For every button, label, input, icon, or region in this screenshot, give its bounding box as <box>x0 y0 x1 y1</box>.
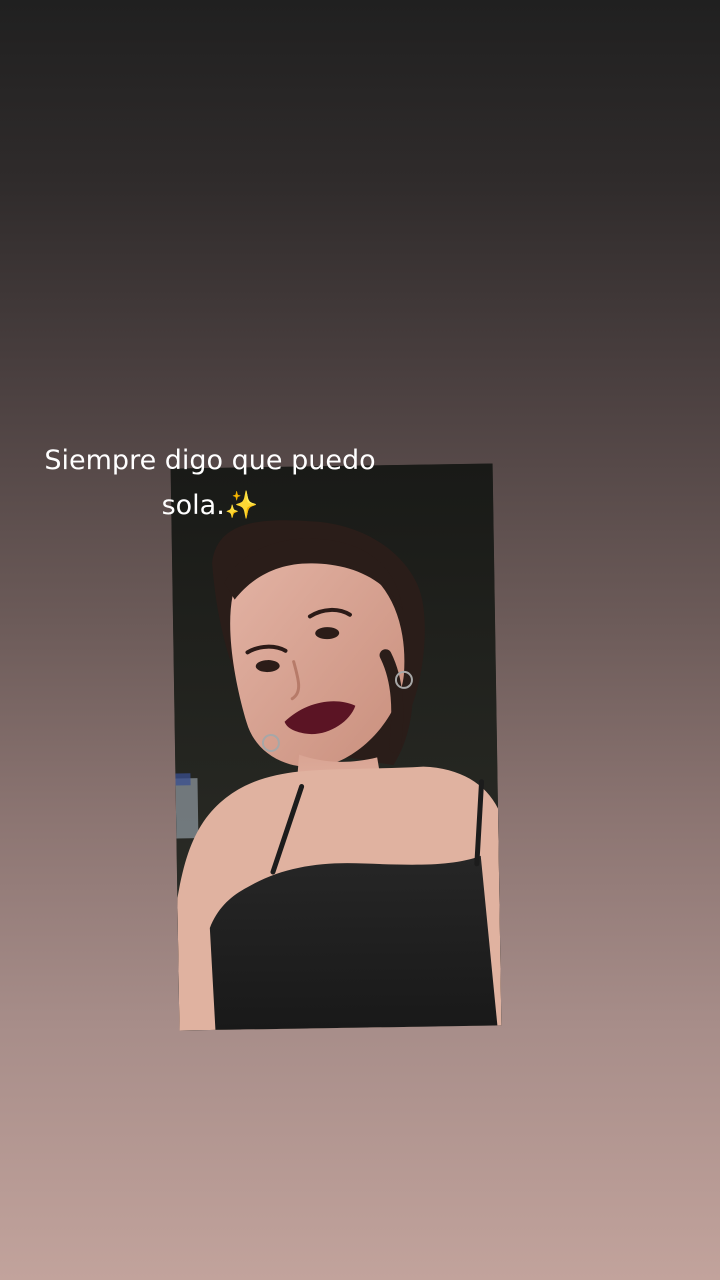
background-object <box>175 773 191 786</box>
caption-line-1: Siempre digo que puedo <box>44 445 376 476</box>
story-canvas: Siempre digo que puedo sola.✨ <box>0 0 720 1280</box>
caption-line-2: sola.✨ <box>161 490 259 521</box>
background-appliance <box>175 778 199 839</box>
story-caption: Siempre digo que puedo sola.✨ <box>20 438 400 528</box>
story-photo <box>170 463 502 1031</box>
portrait-illustration <box>170 463 502 1031</box>
